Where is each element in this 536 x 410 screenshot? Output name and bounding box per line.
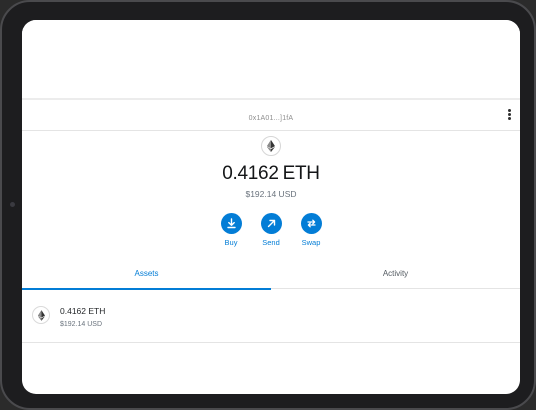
send-button[interactable]: Send <box>251 213 291 247</box>
tab-assets[interactable]: Assets <box>22 262 271 290</box>
tablet-frame: 0x1A01...]1fA 0.4162 ETH $192.14 USD Buy… <box>0 0 536 410</box>
wallet-tabs: Assets Activity <box>22 262 520 290</box>
balance-fiat: $192.14 USD <box>245 189 297 199</box>
wallet-screen: 0x1A01...]1fA 0.4162 ETH $192.14 USD Buy… <box>22 20 520 394</box>
arrow-up-right-icon <box>260 213 282 234</box>
account-bar-divider <box>22 130 520 131</box>
tabs-divider <box>271 288 520 289</box>
asset-row-divider <box>22 342 520 343</box>
buy-button[interactable]: Buy <box>211 213 251 247</box>
balance-unit: ETH <box>282 163 320 184</box>
tab-activity[interactable]: Activity <box>271 262 520 288</box>
swap-button[interactable]: Swap <box>291 213 331 247</box>
account-bar: 0x1A01...]1fA <box>22 100 520 130</box>
swap-label: Swap <box>301 238 321 247</box>
buy-label: Buy <box>224 238 238 247</box>
download-icon <box>220 213 242 234</box>
balance-amount: 0.4162 <box>222 163 279 184</box>
balance-display: 0.4162 ETH <box>22 163 520 185</box>
send-label: Send <box>262 238 280 247</box>
ethereum-icon <box>32 306 50 324</box>
swap-arrows-icon <box>300 213 322 234</box>
wallet-actions: Buy Send Swap <box>211 213 331 253</box>
kebab-menu-icon[interactable] <box>506 109 512 123</box>
header-blank-area <box>22 20 520 98</box>
asset-row-eth[interactable]: 0.4162 ETH $192.14 USD <box>22 296 520 342</box>
ethereum-icon <box>261 136 281 156</box>
asset-amount: 0.4162 ETH <box>60 306 106 316</box>
asset-fiat-value: $192.14 USD <box>60 321 103 328</box>
account-address[interactable]: 0x1A01...]1fA <box>22 115 520 122</box>
front-camera <box>10 202 15 207</box>
